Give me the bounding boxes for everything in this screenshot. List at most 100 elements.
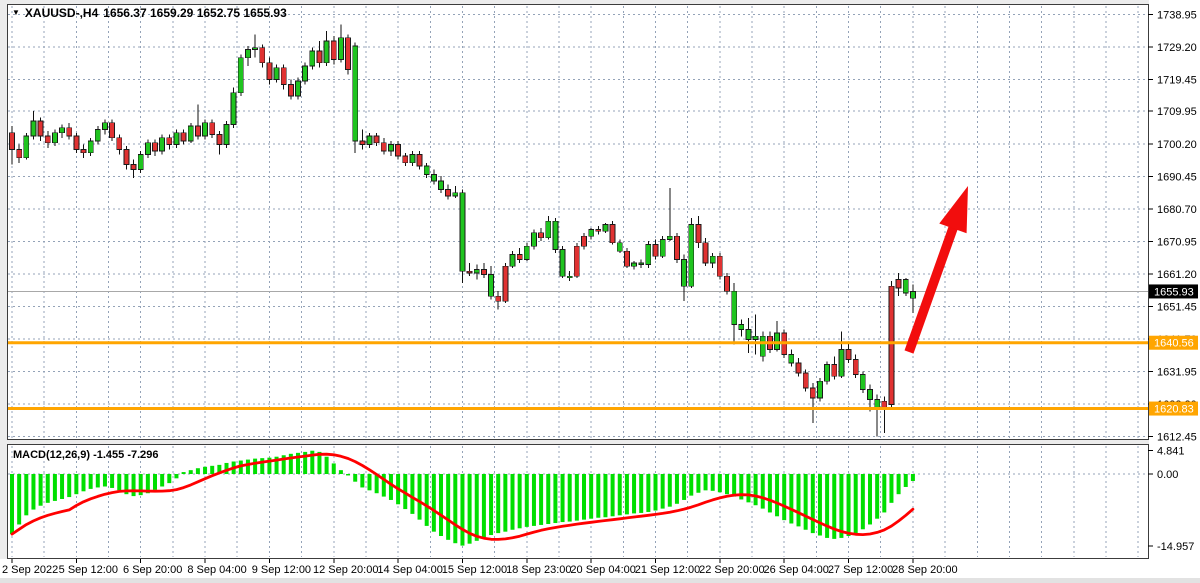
macd-axis-label: 4.841 (1157, 446, 1185, 458)
time-axis-label: 22 Sep 20:00 (699, 564, 764, 576)
macd-bar (46, 474, 50, 503)
chart-title: ▼ XAUUSD-,H4 1656.37 1659.29 1652.75 165… (12, 6, 287, 20)
time-axis-label: 6 Sep 20:00 (123, 564, 182, 576)
candle-body (217, 134, 222, 144)
candle-body (124, 149, 129, 164)
price-axis-label: 1719.45 (1157, 75, 1197, 87)
macd-bar (503, 474, 507, 532)
candle-body (503, 266, 508, 301)
candle-body (95, 129, 100, 141)
candle-body (160, 138, 165, 151)
macd-bar (189, 470, 193, 474)
hline-price-tag-label: 1620.83 (1154, 404, 1194, 416)
candle-body (624, 251, 629, 266)
candle-body (203, 123, 208, 136)
candle-body (374, 136, 379, 143)
candle-body (403, 156, 408, 163)
candle-body (803, 373, 808, 388)
candle-body (546, 221, 551, 238)
chart-canvas[interactable]: 1738.951729.201719.451709.951700.201690.… (0, 0, 1200, 583)
macd-bar (182, 472, 186, 474)
candle-body (388, 144, 393, 151)
macd-bar (725, 474, 729, 494)
candle-body (903, 280, 908, 293)
macd-bar (39, 474, 43, 506)
macd-bar (160, 474, 164, 486)
macd-bar (439, 474, 443, 536)
candle-body (431, 174, 436, 181)
candle-body (860, 375, 865, 390)
candle-body (210, 123, 215, 135)
candle-body (381, 143, 386, 151)
macd-bar (496, 474, 500, 533)
candle-body (717, 256, 722, 276)
macd-bar (868, 474, 872, 524)
candle-body (639, 263, 644, 265)
candle-body (496, 296, 501, 301)
macd-bar (346, 474, 350, 475)
macd-bar (53, 474, 57, 501)
candle-body (52, 133, 57, 143)
bottom-strip (0, 578, 1200, 583)
candle-body (617, 243, 622, 251)
candle-body (517, 255, 522, 260)
macd-bar (675, 474, 679, 504)
candle-body (67, 128, 72, 136)
macd-bar (882, 474, 886, 512)
candle-body (589, 230, 594, 237)
time-axis-label: 2 Sep 2022 (2, 564, 58, 576)
price-axis-label: 1670.95 (1157, 236, 1197, 248)
macd-bar (546, 474, 550, 524)
candle-body (417, 154, 422, 166)
macd-bar (67, 474, 71, 497)
macd-bar (754, 474, 758, 505)
macd-bar (661, 474, 665, 509)
candle-body (367, 136, 372, 144)
macd-bar (332, 463, 336, 474)
macd-axis-label: -14.957 (1157, 541, 1194, 553)
macd-bar (410, 474, 414, 514)
candle-body (646, 245, 651, 265)
candle-body (17, 149, 22, 157)
price-axis-label: 1661.20 (1157, 269, 1197, 281)
macd-bar (611, 474, 615, 516)
candle-body (181, 133, 186, 141)
candle-body (131, 164, 136, 169)
macd-bar (804, 474, 808, 530)
macd-bar (532, 474, 536, 526)
macd-bar (31, 474, 35, 510)
macd-bar (96, 474, 100, 487)
macd-bar (453, 474, 457, 543)
candle-body (732, 291, 737, 324)
candle-body (853, 360, 858, 375)
candle-body (481, 270, 486, 275)
time-axis-label: 21 Sep 12:00 (635, 564, 700, 576)
macd-bar (24, 474, 28, 515)
macd-bar (646, 474, 650, 512)
macd-bar (689, 474, 693, 496)
candle-body (825, 365, 830, 382)
candle-body (453, 193, 458, 196)
candle-body (674, 236, 679, 259)
macd-bar (339, 470, 343, 474)
macd-bar (696, 474, 700, 493)
candle-body (439, 181, 444, 189)
candle-body (510, 255, 515, 267)
candle-body (603, 224, 608, 231)
candle-body (260, 48, 265, 63)
candle-body (567, 276, 572, 278)
macd-bar (897, 474, 901, 494)
hline-price-tag-label: 1640.56 (1154, 338, 1194, 350)
time-axis-label: 15 Sep 12:00 (442, 564, 507, 576)
macd-bar (825, 474, 829, 538)
price-axis-label: 1729.20 (1157, 42, 1197, 54)
macd-bar (746, 474, 750, 502)
macd-bar (582, 474, 586, 520)
chart-symbol-period: XAUUSD-,H4 (25, 6, 98, 20)
chart-ohlc-values: 1656.37 1659.29 1652.75 1655.93 (103, 6, 287, 20)
macd-bar (839, 474, 843, 538)
symbol-dropdown-icon[interactable]: ▼ (12, 9, 20, 17)
candle-body (632, 263, 637, 266)
macd-bar (418, 474, 422, 520)
candle-body (24, 136, 29, 158)
